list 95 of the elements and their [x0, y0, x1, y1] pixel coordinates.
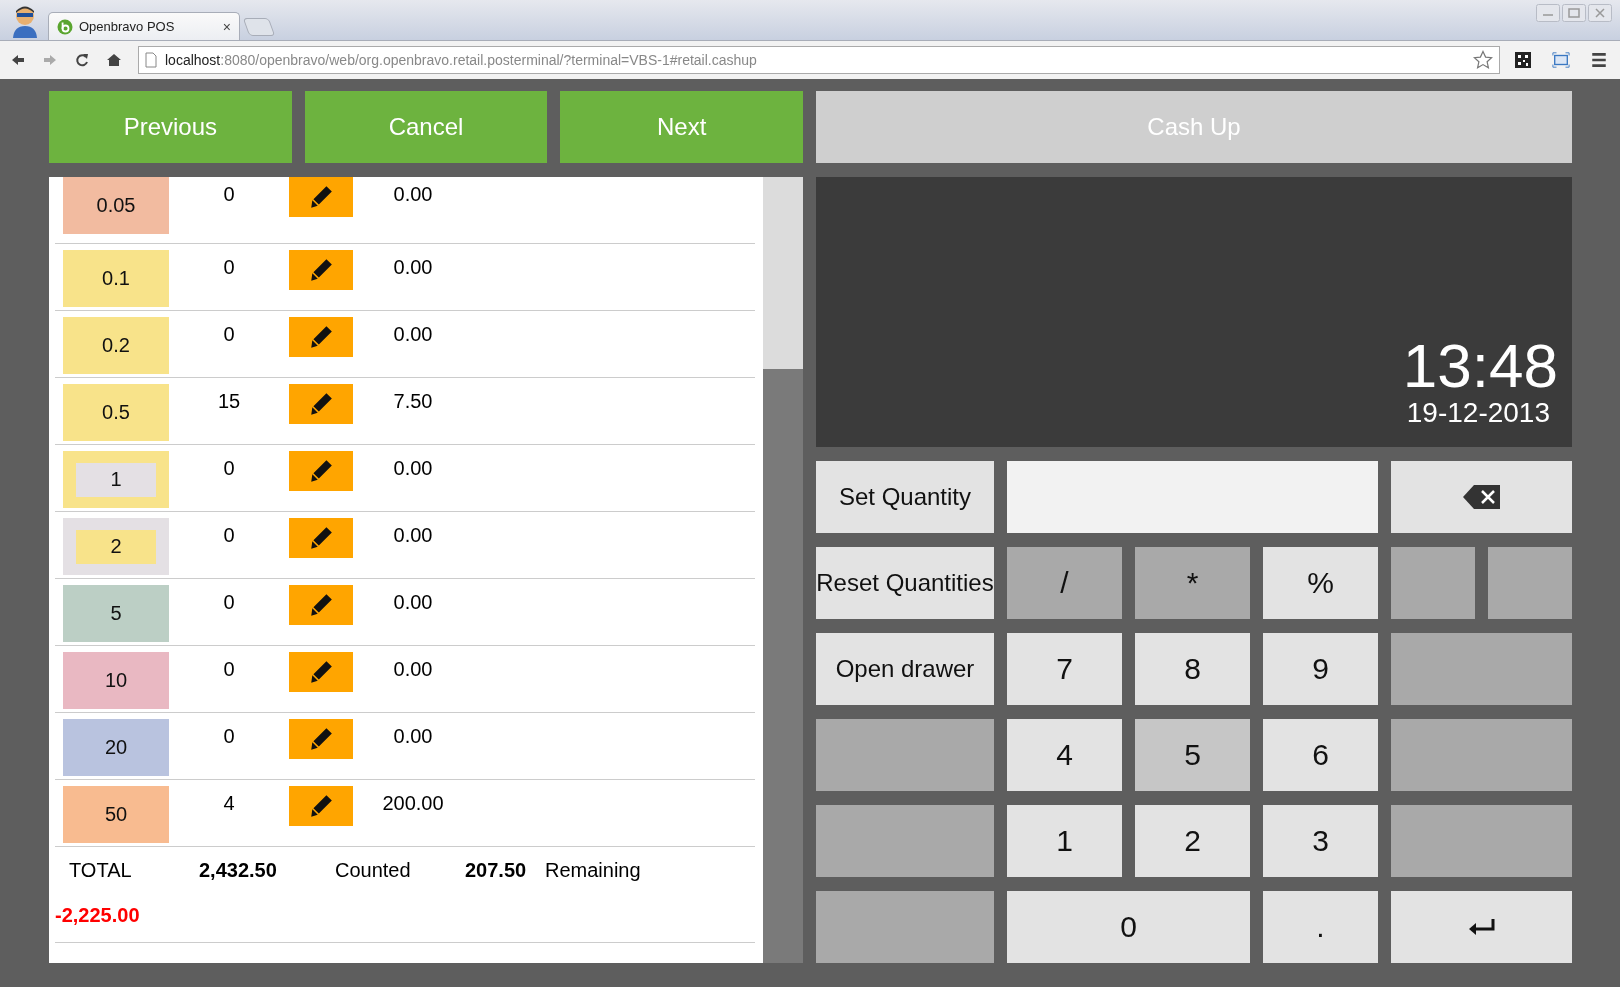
edit-button[interactable] — [289, 177, 353, 217]
edit-button[interactable] — [289, 250, 353, 290]
keypad-key[interactable]: 5 — [1135, 719, 1250, 791]
keypad-key[interactable]: 2 — [1135, 805, 1250, 877]
keypad-key[interactable]: 7 — [1007, 633, 1122, 705]
amount: 0.00 — [392, 725, 434, 748]
address-bar[interactable]: localhost:8080/openbravo/web/org.openbravo.retail.posterminal/?terminal=VBS-1#retail.cashup — [138, 46, 1500, 74]
edit-button[interactable] — [289, 652, 353, 692]
amount: 0.00 — [392, 457, 434, 480]
backspace-icon — [1461, 483, 1502, 511]
quantity: 0 — [222, 323, 236, 346]
total-value: 2,432.50 — [199, 859, 278, 882]
action-button[interactable]: Reset Quantities — [816, 547, 994, 619]
quantity: 0 — [222, 524, 236, 547]
denomination-value: 50 — [104, 803, 128, 826]
amount: 0.00 — [392, 183, 434, 206]
menu-icon[interactable] — [1590, 51, 1608, 69]
quantity: 0 — [222, 256, 236, 279]
quantity: 0 — [222, 591, 236, 614]
total-label: TOTAL — [69, 859, 133, 882]
pencil-icon — [308, 391, 334, 417]
keypad-key[interactable]: 9 — [1263, 633, 1378, 705]
remaining-value: -2,225.00 — [55, 904, 141, 927]
pencil-icon — [308, 458, 334, 484]
cartoon-avatar-icon — [10, 4, 40, 38]
quantity: 15 — [216, 390, 242, 413]
pencil-icon — [308, 324, 334, 350]
edit-button[interactable] — [289, 719, 353, 759]
keypad-key[interactable]: 6 — [1263, 719, 1378, 791]
close-icon[interactable] — [1588, 4, 1612, 22]
backspace-key[interactable] — [1391, 461, 1572, 533]
star-icon[interactable] — [1473, 50, 1493, 70]
amount: 0.00 — [392, 323, 434, 346]
denomination-value: 5 — [110, 602, 122, 625]
edit-button[interactable] — [289, 786, 353, 826]
tab-title: Openbravo POS — [79, 19, 176, 34]
keypad-key[interactable]: 4 — [1007, 719, 1122, 791]
edit-button[interactable] — [289, 585, 353, 625]
quantity-input-field[interactable] — [1007, 461, 1378, 533]
page-icon — [145, 52, 157, 68]
denomination-value: 10 — [104, 669, 128, 692]
browser-tab[interactable]: Openbravo POS × — [48, 12, 240, 40]
reload-icon[interactable] — [74, 52, 90, 68]
scrollbar[interactable] — [763, 177, 803, 963]
clock-time: 13:48 — [1402, 335, 1558, 397]
back-arrow-icon[interactable] — [10, 52, 26, 68]
keypad-key[interactable]: % — [1263, 547, 1378, 619]
pencil-icon — [308, 659, 334, 685]
keypad-key[interactable]: . — [1263, 891, 1378, 963]
action-button[interactable]: Open drawer — [816, 633, 994, 705]
quantity: 0 — [222, 658, 236, 681]
tab-close-button[interactable]: × — [222, 18, 231, 35]
quantity: 0 — [222, 457, 236, 480]
amount: 0.00 — [392, 658, 434, 681]
denomination-value: 2 — [76, 529, 156, 564]
amount: 0.00 — [392, 256, 434, 279]
denomination-value: 0.5 — [102, 401, 130, 424]
amount: 200.00 — [381, 792, 445, 815]
counted-value: 207.50 — [465, 859, 528, 882]
denomination-value: 0.1 — [102, 267, 130, 290]
url-text: localhost:8080/openbravo/web/org.openbravo.retail.posterminal/?terminal=VBS-1#retail.cashup — [165, 52, 758, 68]
qr-code-icon[interactable] — [1514, 51, 1532, 69]
clock-date: 19-12-2013 — [1406, 397, 1550, 429]
denomination-value: 0.2 — [102, 334, 130, 357]
pencil-icon — [308, 793, 334, 819]
quantity: 0 — [222, 725, 236, 748]
remaining-label: Remaining — [545, 859, 641, 882]
keypad-key[interactable]: 8 — [1135, 633, 1250, 705]
amount: 0.00 — [392, 591, 434, 614]
denomination-value: 0.05 — [96, 194, 136, 217]
pencil-icon — [308, 525, 334, 551]
keypad-key[interactable]: 3 — [1263, 805, 1378, 877]
amount: 0.00 — [392, 524, 434, 547]
edit-button[interactable] — [289, 451, 353, 491]
denomination-value: 1 — [76, 462, 156, 497]
edit-button[interactable] — [289, 317, 353, 357]
screen-frame-icon[interactable] — [1552, 51, 1570, 69]
edit-button[interactable] — [289, 384, 353, 424]
amount: 7.50 — [392, 390, 434, 413]
edit-button[interactable] — [289, 518, 353, 558]
keypad-key[interactable]: 1 — [1007, 805, 1122, 877]
keypad-key[interactable]: 0 — [1007, 891, 1250, 963]
counted-label: Counted — [335, 859, 412, 882]
home-icon[interactable] — [106, 52, 122, 68]
pencil-icon — [308, 257, 334, 283]
pencil-icon — [308, 592, 334, 618]
logo-icon — [57, 18, 73, 35]
keypad-key[interactable]: * — [1135, 547, 1250, 619]
quantity: 4 — [222, 792, 236, 815]
keypad-key[interactable]: / — [1007, 547, 1122, 619]
action-button[interactable]: Set Quantity — [816, 461, 994, 533]
pencil-icon — [308, 726, 334, 752]
denomination-value: 20 — [104, 736, 128, 759]
pencil-icon — [308, 184, 334, 210]
quantity: 0 — [222, 183, 236, 206]
